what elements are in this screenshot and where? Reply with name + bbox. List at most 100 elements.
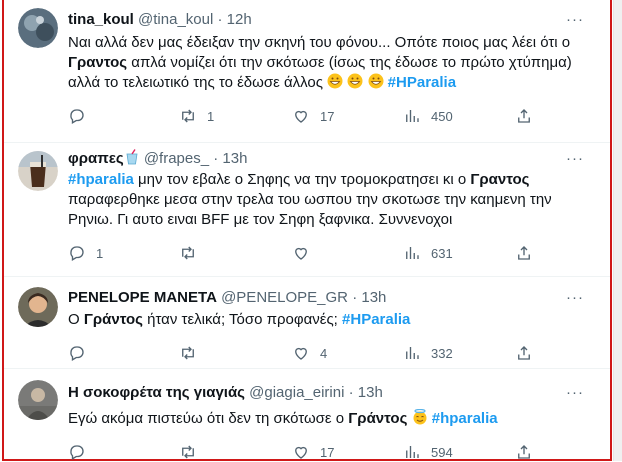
retweet-button[interactable] (179, 343, 207, 363)
views-button[interactable]: 631 (403, 243, 453, 263)
share-icon (518, 109, 530, 123)
user-handle[interactable]: @giagia_eirini (249, 384, 344, 401)
hashtag-link[interactable]: #HParalia (342, 311, 410, 328)
tweet[interactable]: Η σοκοφρέτα της γιαγιάς @giagia_eirini ·… (4, 369, 610, 461)
more-icon[interactable]: ··· (566, 149, 584, 169)
share-button[interactable] (515, 343, 533, 363)
avatar[interactable] (18, 380, 58, 420)
view-count: 631 (431, 245, 453, 261)
tweet-actions: 1 17 450 (68, 106, 588, 126)
user-handle[interactable]: @PENELOPE_GR (221, 289, 348, 306)
bold-text: Γραντος (470, 171, 530, 188)
like-button[interactable]: 17 (292, 442, 334, 462)
reply-button[interactable] (68, 343, 96, 363)
cup-with-straw-emoji (124, 149, 140, 167)
text-segment: Ναι αλλά δεν μας έδειξαν την σκηνή του φ… (68, 34, 571, 51)
bold-text: Γράντος (348, 410, 408, 427)
share-button[interactable] (515, 243, 533, 263)
tweet[interactable]: tina_koul @tina_koul · 12h ··· Ναι αλλά … (4, 0, 610, 143)
text-segment: παραφερθηκε μεσα στην τρελα του ωσπου τη… (68, 191, 552, 228)
smiling-face-with-halo-emoji (412, 409, 428, 427)
reply-button[interactable] (68, 442, 96, 462)
avatar[interactable] (18, 151, 58, 191)
user-handle[interactable]: @tina_koul (138, 11, 213, 28)
retweet-icon (182, 445, 194, 459)
text-segment: Εγώ ακόμα πιστεύω ότι δεν τη σκότωσε ο (68, 410, 349, 427)
hashtag-link[interactable]: #HParalia (388, 74, 456, 91)
more-icon[interactable]: ··· (566, 10, 584, 30)
reply-button[interactable]: 1 (68, 243, 103, 263)
like-icon (295, 446, 307, 459)
tweet-header: Η σοκοφρέτα της γιαγιάς @giagia_eirini ·… (68, 383, 383, 403)
tweet-actions: 1 631 (68, 243, 588, 263)
reply-count: 1 (96, 245, 104, 261)
tweet-actions: 17 594 (68, 442, 588, 462)
views-button[interactable]: 594 (403, 442, 453, 462)
hashtag-link[interactable]: #hparalia (432, 410, 498, 427)
views-icon (406, 347, 419, 359)
retweet-button[interactable]: 1 (179, 106, 214, 126)
view-count: 594 (431, 444, 453, 460)
hashtag-link[interactable]: #hparalia (68, 171, 134, 188)
text-segment: ήταν τελικά; Τόσο προφανές; (142, 311, 343, 328)
separator-dot: · (352, 289, 358, 306)
display-name[interactable]: φραπες (68, 150, 124, 167)
share-icon (518, 346, 530, 360)
share-button[interactable] (515, 442, 533, 462)
like-button[interactable]: 4 (292, 343, 327, 363)
like-icon (295, 110, 307, 123)
tweet-text: #hparalia μην τον εβαλε ο Σηφης να την τ… (68, 170, 593, 230)
timestamp[interactable]: 12h (227, 11, 252, 28)
tweet-header: tina_koul @tina_koul · 12h (68, 10, 252, 30)
timestamp[interactable]: 13h (222, 150, 247, 167)
retweet-button[interactable] (179, 442, 207, 462)
user-handle[interactable]: @frapes_ (144, 150, 209, 167)
tweet-header: φραπες @frapes_ · 13h (68, 149, 247, 169)
text-segment: απλά νομίζει ότι την σκότωσε (ίσως της έ… (68, 54, 572, 91)
views-button[interactable]: 332 (403, 343, 453, 363)
separator-dot: · (213, 150, 219, 167)
avatar[interactable] (18, 8, 58, 48)
retweet-icon (182, 246, 194, 260)
views-icon (406, 446, 419, 458)
grinning-face-emoji (327, 73, 343, 91)
like-icon (295, 347, 307, 360)
retweet-icon (182, 109, 194, 123)
avatar[interactable] (18, 287, 58, 327)
views-icon (406, 110, 419, 122)
display-name[interactable]: PENELOPE ΜΑΝΕΤΑ (68, 289, 217, 306)
share-icon (518, 445, 530, 459)
like-icon (295, 247, 307, 260)
reply-button[interactable] (68, 106, 96, 126)
more-icon[interactable]: ··· (566, 288, 584, 308)
tweet[interactable]: PENELOPE ΜΑΝΕΤΑ @PENELOPE_GR · 13h ··· Ο… (4, 277, 610, 369)
tweet-text: Εγώ ακόμα πιστεύω ότι δεν τη σκότωσε ο Γ… (68, 409, 593, 429)
retweet-icon (182, 346, 194, 360)
display-name[interactable]: Η σοκοφρέτα της γιαγιάς (68, 384, 245, 401)
retweet-count: 1 (207, 108, 215, 124)
share-icon (518, 246, 530, 260)
text-segment: Ο (68, 311, 84, 328)
views-button[interactable]: 450 (403, 106, 453, 126)
tweet[interactable]: φραπες @frapes_ · 13h ··· #hparalia μην … (4, 143, 610, 277)
tweet-text: Ναι αλλά δεν μας έδειξαν την σκηνή του φ… (68, 33, 593, 93)
tweet-text: Ο Γράντος ήταν τελικά; Τόσο προφανές; #H… (68, 310, 593, 330)
view-count: 450 (431, 108, 453, 124)
view-count: 332 (431, 345, 453, 361)
bold-text: Γράντος (83, 311, 143, 328)
grinning-face-emoji (347, 73, 363, 91)
reply-icon (70, 246, 84, 261)
more-icon[interactable]: ··· (566, 383, 584, 403)
retweet-button[interactable] (179, 243, 207, 263)
reply-icon (70, 445, 84, 460)
like-button[interactable] (292, 243, 320, 263)
timestamp[interactable]: 13h (361, 289, 386, 306)
bold-text: Γραντος (68, 54, 128, 71)
timestamp[interactable]: 13h (358, 384, 383, 401)
display-name[interactable]: tina_koul (68, 11, 134, 28)
scrollbar[interactable] (613, 0, 622, 461)
like-button[interactable]: 17 (292, 106, 334, 126)
separator-dot: · (348, 384, 354, 401)
share-button[interactable] (515, 106, 533, 126)
separator-dot: · (217, 11, 223, 28)
